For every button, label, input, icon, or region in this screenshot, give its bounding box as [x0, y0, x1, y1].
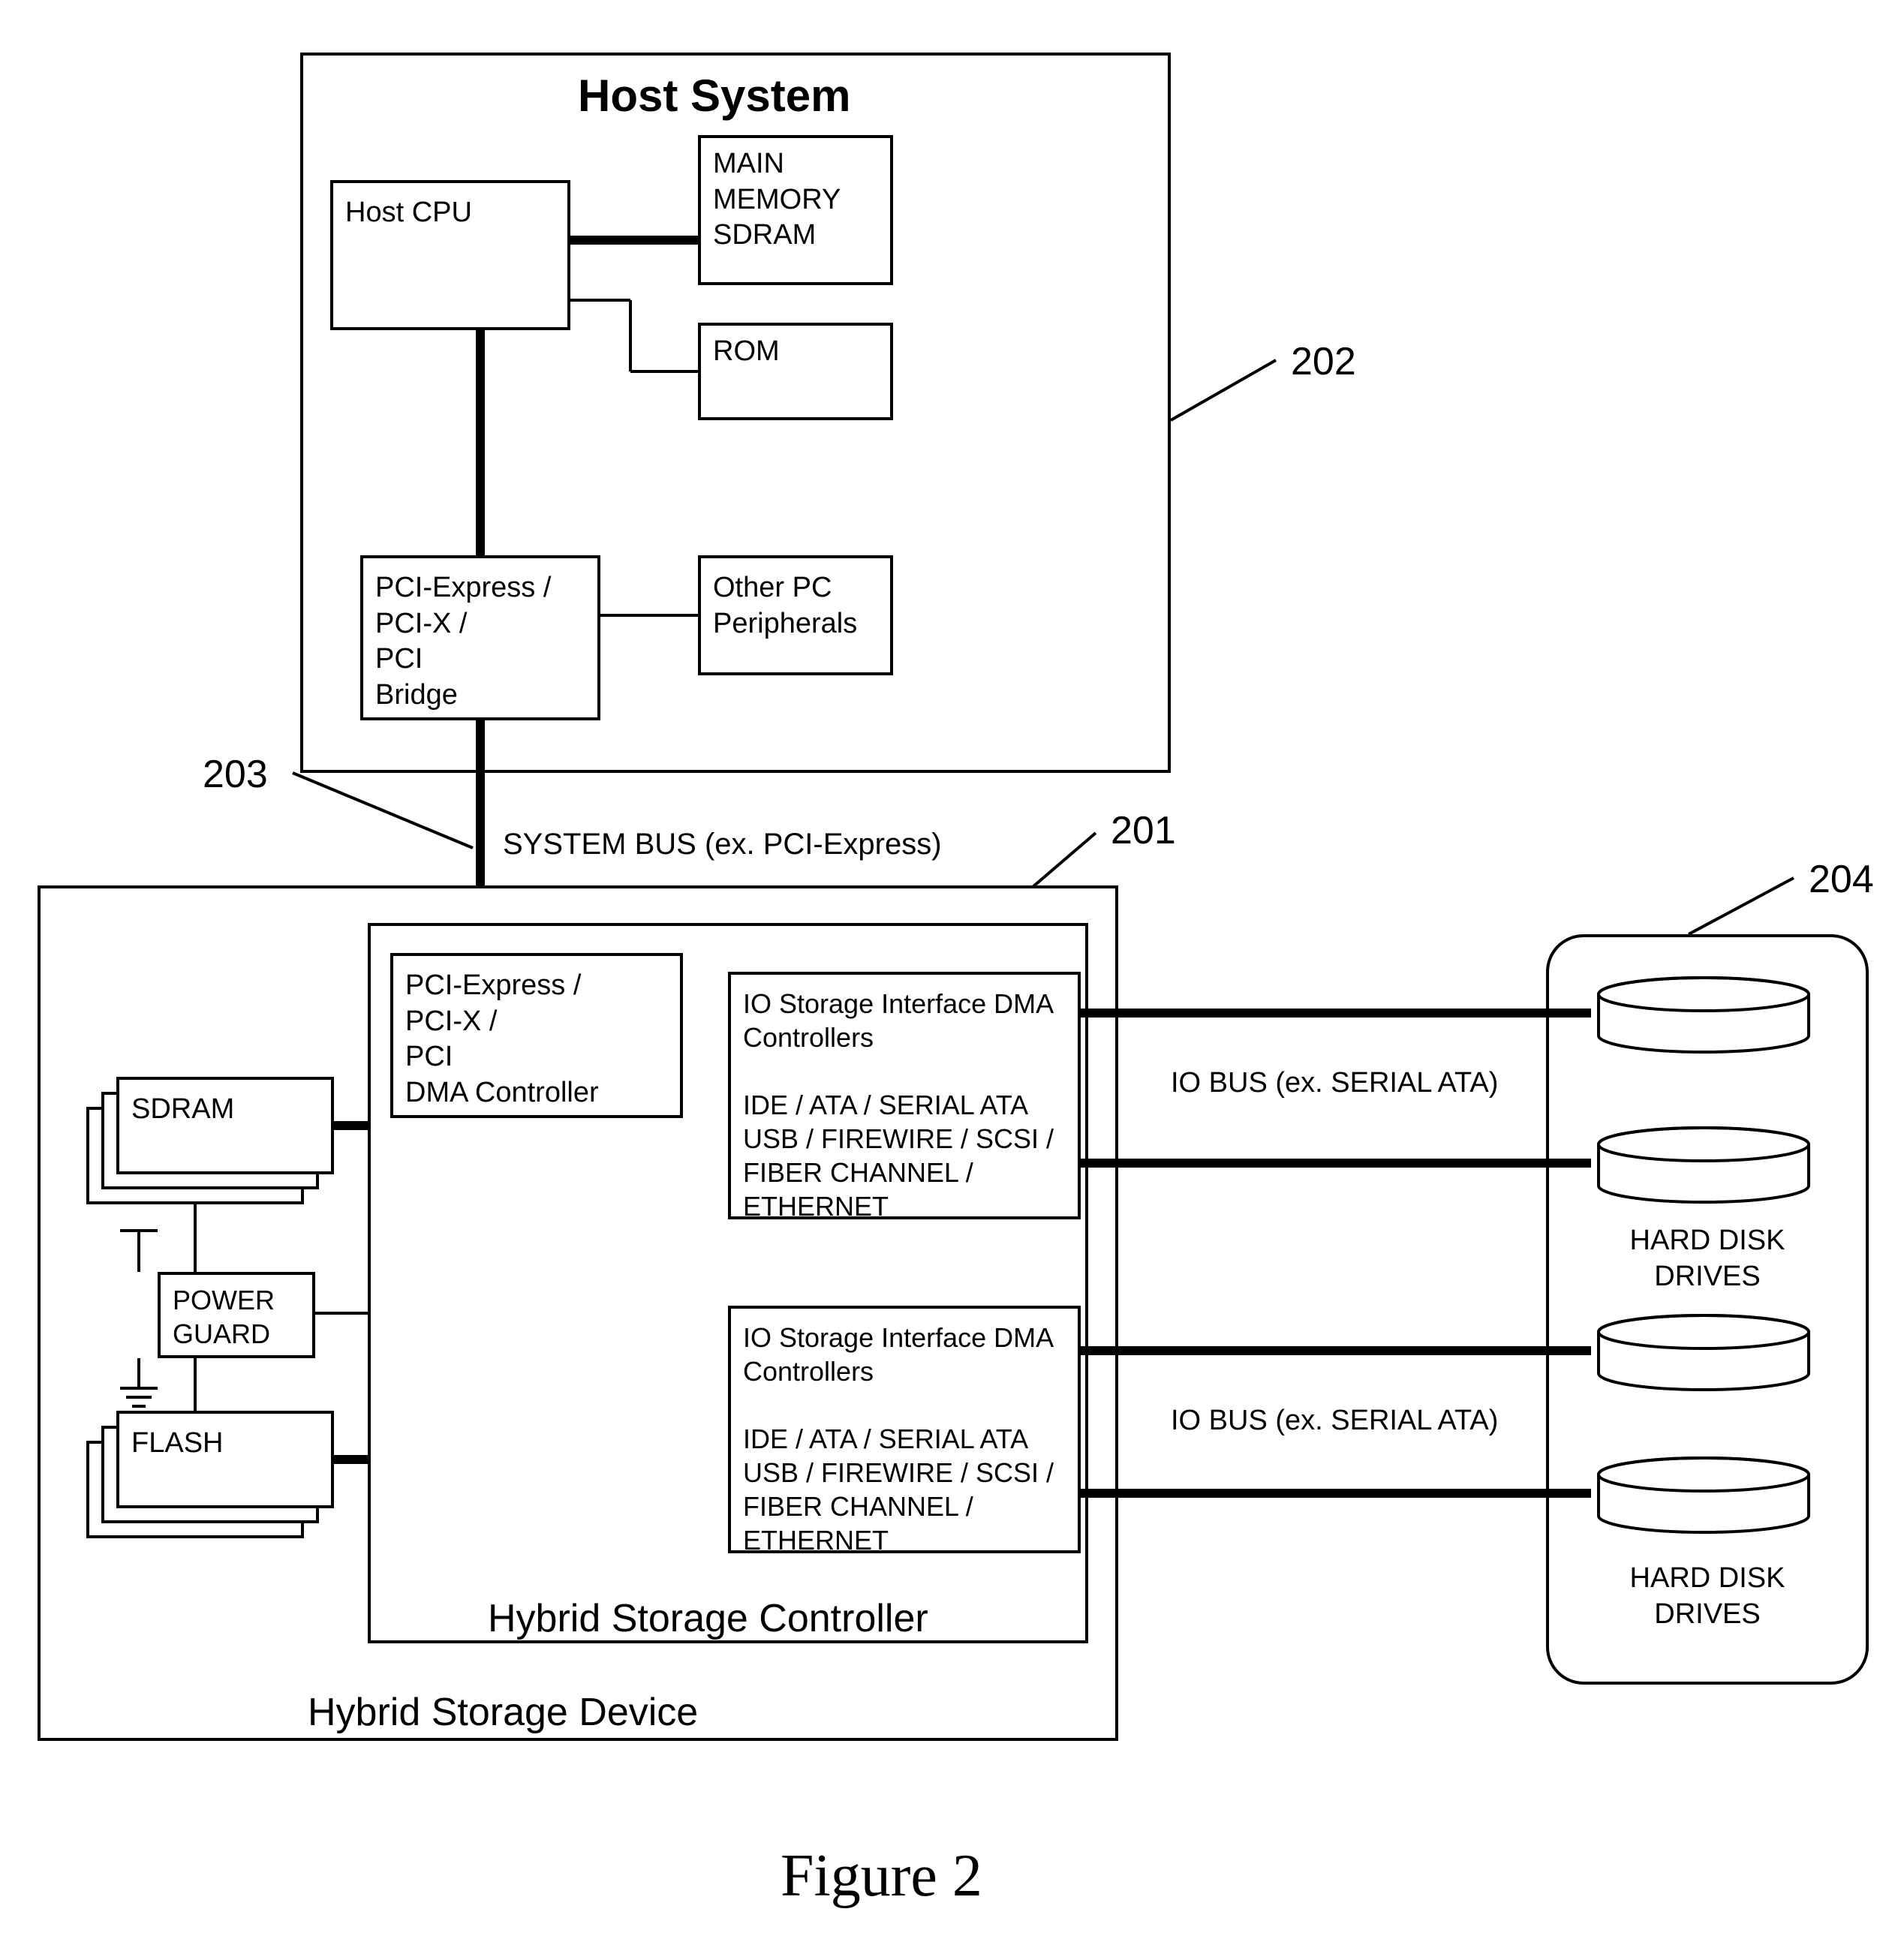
- callout-204: 204: [1809, 855, 1874, 904]
- diagram-canvas: Host System Host CPU MAIN MEMORY SDRAM R…: [0, 0, 1901, 1960]
- hdd-cylinder-4: [1591, 1456, 1816, 1538]
- hdd-label-1: HARD DISK DRIVES: [1614, 1223, 1801, 1294]
- io-bus-label-1: IO BUS (ex. SERIAL ATA): [1171, 1066, 1498, 1102]
- io-bus-label-2: IO BUS (ex. SERIAL ATA): [1171, 1403, 1498, 1439]
- figure-caption: Figure 2: [781, 1838, 982, 1913]
- hdd-label-2: HARD DISK DRIVES: [1614, 1561, 1801, 1632]
- hdd-cylinder-3: [1591, 1313, 1816, 1396]
- hdd-cylinder-1: [1591, 975, 1816, 1058]
- hdd-cylinder-2: [1591, 1126, 1816, 1208]
